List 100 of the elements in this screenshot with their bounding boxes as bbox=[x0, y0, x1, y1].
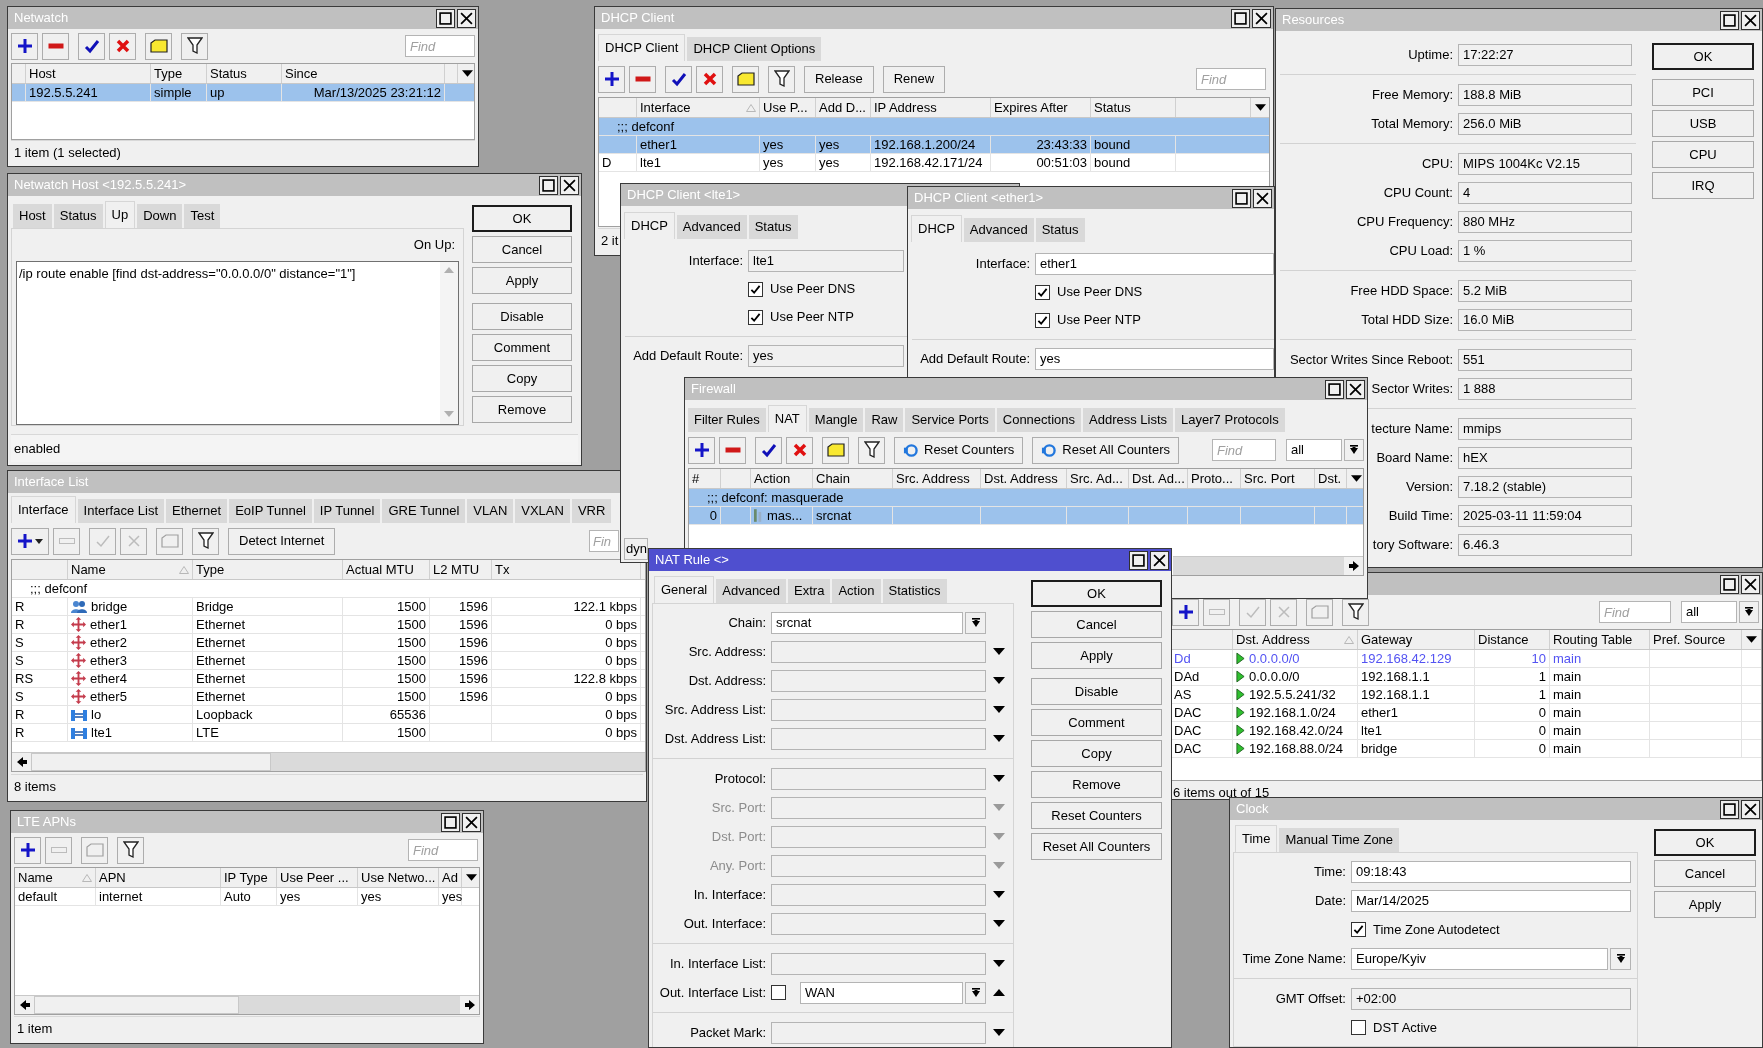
table-row[interactable]: R lte1 LTE 1500 0 bps bbox=[12, 724, 645, 742]
table-row[interactable]: DAd 0.0.0.0/0 192.168.1.1 1 main bbox=[1171, 668, 1761, 686]
tab[interactable]: DHCP Client bbox=[598, 34, 686, 61]
toolbar-button[interactable] bbox=[117, 836, 144, 864]
table-row[interactable]: DAC 192.168.88.0/24 bridge 0 main bbox=[1171, 740, 1761, 758]
close-button[interactable] bbox=[1253, 188, 1272, 208]
select-field[interactable] bbox=[771, 640, 986, 663]
combo-field[interactable]: srcnat bbox=[771, 611, 963, 634]
find-field[interactable]: Fin bbox=[589, 530, 619, 552]
filter-select[interactable]: all bbox=[1286, 439, 1342, 461]
tab[interactable]: EoIP Tunnel bbox=[229, 499, 312, 523]
select-field[interactable] bbox=[771, 825, 986, 848]
tab[interactable]: VXLAN bbox=[515, 499, 570, 523]
tab[interactable]: Filter Rules bbox=[688, 408, 766, 432]
scroll-right-button[interactable] bbox=[460, 996, 479, 1014]
column-header[interactable]: Status bbox=[207, 64, 282, 83]
column-header[interactable]: Src. Port bbox=[1241, 469, 1315, 488]
table-row[interactable]: D lte1 yes yes 192.168.42.171/24 00:51:03 bound bbox=[599, 154, 1269, 172]
find-field[interactable]: Find bbox=[1196, 68, 1266, 90]
text-field[interactable]: 2025-03-11 11:59:04 bbox=[1458, 504, 1632, 527]
column-header[interactable]: Status bbox=[1091, 98, 1176, 117]
table-row[interactable]: AS 192.5.5.241/32 192.168.1.1 1 main bbox=[1171, 686, 1761, 704]
table-row[interactable]: ether1 yes yes 192.168.1.200/24 23:43:33 bound bbox=[599, 136, 1269, 154]
scroll-right-button[interactable] bbox=[1344, 557, 1363, 575]
dialog-button[interactable]: Apply bbox=[1031, 642, 1162, 669]
scroll-thumb[interactable] bbox=[31, 753, 271, 771]
toolbar-button[interactable]: Release bbox=[804, 65, 874, 93]
maximize-button[interactable] bbox=[1720, 799, 1739, 819]
checkbox[interactable] bbox=[1351, 922, 1366, 937]
scrollbar[interactable] bbox=[12, 752, 645, 771]
dialog-button[interactable]: Remove bbox=[1031, 771, 1162, 798]
table-row[interactable]: S ether2 Ethernet 1500 1596 0 bps bbox=[12, 634, 645, 652]
table-row[interactable]: 192.5.5.241 simple up Mar/13/2025 23:21:12 bbox=[12, 84, 474, 102]
toolbar-button[interactable] bbox=[1172, 598, 1199, 626]
text-field[interactable]: lte1 bbox=[748, 250, 904, 272]
dialog-button[interactable]: OK bbox=[1031, 580, 1162, 607]
scroll-left-button[interactable] bbox=[15, 996, 34, 1014]
tab[interactable]: Service Ports bbox=[905, 408, 995, 432]
table-row[interactable]: 0 mas... srcnat bbox=[689, 507, 1363, 525]
tab[interactable]: Interface List bbox=[77, 499, 165, 523]
tab[interactable]: Host bbox=[13, 204, 52, 228]
dialog-button[interactable]: USB bbox=[1652, 110, 1754, 137]
dialog-button[interactable]: Reset All Counters bbox=[1031, 833, 1162, 860]
column-header[interactable]: IP Address bbox=[871, 98, 991, 117]
dialog-button[interactable]: Cancel bbox=[1654, 860, 1756, 887]
close-button[interactable] bbox=[462, 812, 481, 832]
tab[interactable]: Connections bbox=[996, 408, 1082, 432]
text-field[interactable]: yes bbox=[748, 345, 904, 367]
text-field[interactable]: +02:00 bbox=[1351, 987, 1631, 1010]
tab[interactable]: Raw bbox=[865, 408, 904, 432]
table-row[interactable]: ;;; defconf bbox=[599, 118, 1269, 136]
tab[interactable]: NAT bbox=[767, 405, 807, 432]
text-field[interactable]: ether1 bbox=[1035, 253, 1274, 275]
text-field[interactable]: 1 % bbox=[1458, 239, 1632, 262]
checkbox[interactable] bbox=[748, 281, 763, 297]
close-button[interactable] bbox=[1150, 550, 1169, 570]
tab[interactable]: DHCP bbox=[911, 215, 962, 242]
close-button[interactable] bbox=[1252, 8, 1271, 28]
column-header[interactable]: Use Netwo... bbox=[358, 868, 439, 887]
column-header[interactable]: Use Peer ... bbox=[277, 868, 358, 887]
text-field[interactable]: 4 bbox=[1458, 181, 1632, 204]
tab[interactable]: IP Tunnel bbox=[313, 499, 381, 523]
column-header[interactable]: IP Type bbox=[221, 868, 277, 887]
column-header[interactable]: Pref. Source bbox=[1650, 630, 1742, 649]
table-row[interactable]: R bridge Bridge 1500 1596 122.1 kbps bbox=[12, 598, 645, 616]
text-field[interactable]: 6.46.3 bbox=[1458, 533, 1632, 556]
combo-button[interactable] bbox=[965, 611, 986, 634]
toolbar-button[interactable] bbox=[719, 436, 746, 464]
dialog-button[interactable]: Apply bbox=[472, 267, 572, 294]
column-header[interactable]: Host bbox=[26, 64, 151, 83]
find-field[interactable]: Find bbox=[408, 839, 478, 861]
text-field[interactable]: 7.18.2 (stable) bbox=[1458, 475, 1632, 498]
dialog-button[interactable]: OK bbox=[1654, 829, 1756, 856]
checkbox[interactable] bbox=[1035, 312, 1050, 328]
checkbox[interactable] bbox=[1035, 284, 1050, 300]
select-field[interactable] bbox=[771, 854, 986, 877]
combo-field[interactable]: Europe/Kyiv bbox=[1351, 947, 1608, 970]
maximize-button[interactable] bbox=[1720, 10, 1739, 30]
text-field[interactable]: yes bbox=[1035, 348, 1274, 370]
tab[interactable]: DHCP Client Options bbox=[687, 37, 822, 61]
text-field[interactable]: 256.0 MiB bbox=[1458, 112, 1632, 135]
tab[interactable]: Status bbox=[748, 215, 798, 239]
column-header[interactable]: Name bbox=[15, 868, 96, 887]
dialog-button[interactable]: OK bbox=[1652, 43, 1754, 70]
select-field[interactable] bbox=[771, 883, 986, 906]
column-header[interactable]: Gateway bbox=[1358, 630, 1475, 649]
dialog-button[interactable]: Reset Counters bbox=[1031, 802, 1162, 829]
text-field[interactable]: 1 888 bbox=[1458, 377, 1632, 400]
tab[interactable]: Ethernet bbox=[166, 499, 228, 523]
table-row[interactable]: DAC 192.168.1.0/24 ether1 0 main bbox=[1171, 704, 1761, 722]
column-header[interactable]: Dst. Address bbox=[981, 469, 1067, 488]
close-button[interactable] bbox=[457, 8, 476, 28]
toolbar-button[interactable] bbox=[688, 436, 715, 464]
text-field[interactable]: 5.2 MiB bbox=[1458, 279, 1632, 302]
find-field[interactable]: Find bbox=[1599, 601, 1671, 623]
toolbar-button[interactable]: Reset Counters bbox=[894, 436, 1024, 464]
combo-button[interactable] bbox=[1344, 439, 1364, 461]
tab[interactable]: Action bbox=[832, 579, 881, 603]
dialog-button[interactable]: CPU bbox=[1652, 141, 1754, 168]
tab[interactable]: Advanced bbox=[963, 218, 1034, 242]
